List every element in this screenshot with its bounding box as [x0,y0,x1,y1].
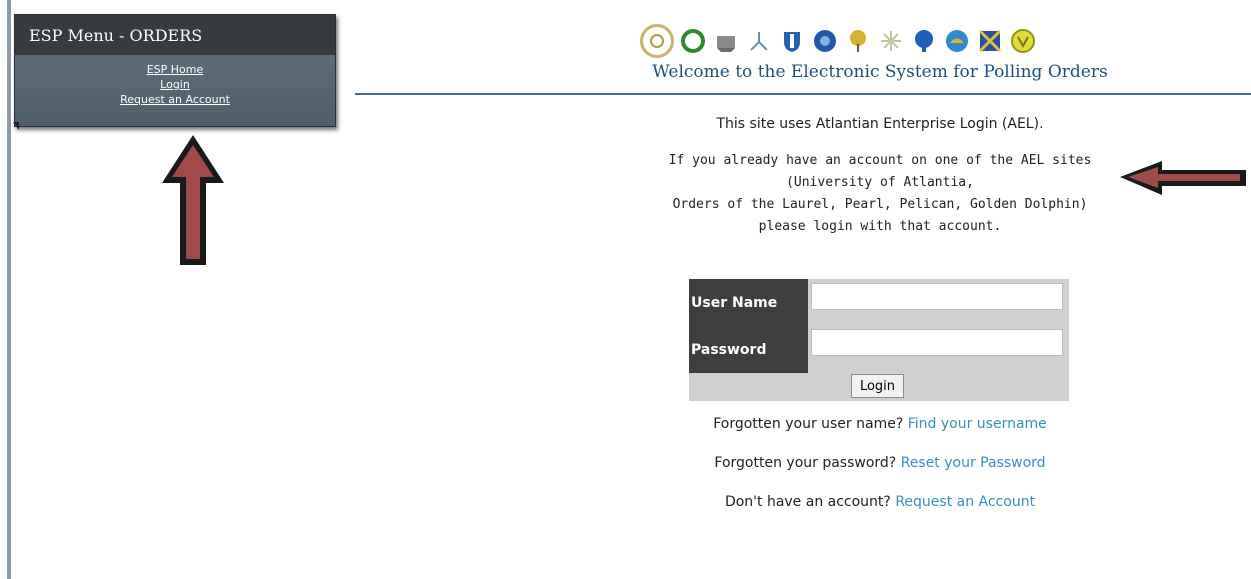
password-label: Password [691,342,767,358]
menu-notch [13,122,19,130]
help-password-prefix: Forgotten your password? [714,455,897,471]
help-account-prefix: Don't have an account? [724,494,891,510]
menu-link-request-account[interactable]: Request an Account [120,92,230,107]
ship-icon [712,27,740,55]
shield-blue-icon [778,27,806,55]
heraldic-shield-icon [976,27,1004,55]
info-line: Orders of the Laurel, Pearl, Pelican, Go… [672,197,1088,212]
title-divider [355,93,1251,95]
help-username-prefix: Forgotten your user name? [713,416,904,432]
help-username: Forgotten your user name? Find your user… [600,416,1160,432]
left-rail-bar [7,0,11,579]
arrow-up-annotation [162,135,224,265]
login-info: This site uses Atlantian Enterprise Logi… [600,108,1160,238]
find-username-link[interactable]: Find your username [908,416,1047,432]
dolphin-icon [943,27,971,55]
login-button[interactable]: Login [851,374,904,398]
ael-sites-info: If you already have an account on one of… [600,150,1160,238]
menu-link-esp-home[interactable]: ESP Home [147,62,204,77]
reset-password-link[interactable]: Reset your Password [901,455,1046,471]
golden-tree-icon [844,27,872,55]
ael-intro-prefix: This site uses [716,116,816,132]
help-account: Don't have an account? Request an Accoun… [600,494,1160,510]
info-line: (University of Atlantia, [786,175,974,190]
left-rail [0,0,11,579]
blue-tree-icon [910,27,938,55]
arrow-left-annotation [1120,161,1246,195]
username-input[interactable] [811,283,1063,310]
wreath-icon [640,24,674,58]
info-line: If you already have an account on one of… [668,153,1092,168]
globe-icon [811,27,839,55]
password-input[interactable] [811,329,1063,356]
menu-links: ESP Home Login Request an Account [15,55,335,126]
login-labels-panel: User Name Password [689,279,808,373]
help-password: Forgotten your password? Reset your Pass… [600,455,1160,471]
esp-menu: ESP Menu - ORDERS ESP Home Login Request… [14,14,336,127]
menu-link-login[interactable]: Login [160,77,190,92]
tripod-icon [745,27,773,55]
username-label: User Name [691,295,778,311]
request-account-link[interactable]: Request an Account [895,494,1035,510]
ael-intro: This site uses Atlantian Enterprise Logi… [600,116,1160,132]
menu-title: ESP Menu - ORDERS [15,15,335,55]
order-logos [640,24,1120,58]
stag-head-icon [1009,27,1037,55]
ael-intro-name: Atlantian Enterprise Login (AEL). [815,116,1044,132]
info-line: please login with that account. [758,219,1002,234]
snowflake-icon [877,27,905,55]
laurel-wreath-icon [679,27,707,55]
page-title: Welcome to the Electronic System for Pol… [652,62,1108,82]
login-form: User Name Password Login [689,279,1069,401]
